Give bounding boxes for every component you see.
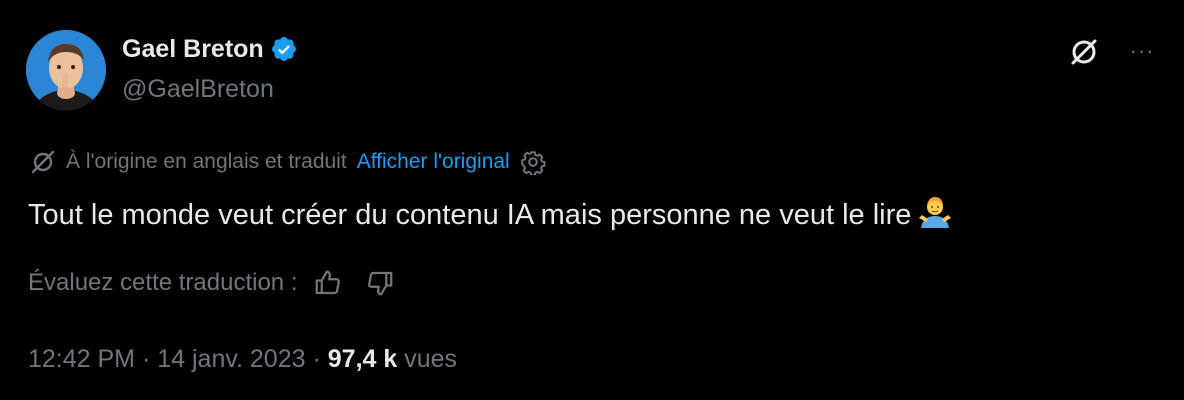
grok-icon[interactable] [1066, 34, 1102, 70]
show-original-link[interactable]: Afficher l'original [357, 150, 510, 174]
author-name-row[interactable]: Gael Breton [122, 34, 298, 64]
tweet-text-content: Tout le monde veut créer du contenu IA m… [28, 199, 912, 231]
thumbs-up-icon[interactable] [313, 268, 343, 298]
views-label: vues [404, 345, 458, 373]
tweet-time[interactable]: 12:42 PM [28, 345, 135, 373]
meta-separator: · [312, 345, 321, 373]
translation-notice-text: À l'origine en anglais et traduit [66, 150, 347, 173]
translation-rating: Évaluez cette traduction : [28, 266, 417, 300]
more-options-icon[interactable]: ··· [1124, 36, 1160, 66]
avatar-image [26, 30, 106, 110]
translation-notice: À l'origine en anglais et traduit Affich… [30, 147, 546, 177]
author-handle[interactable]: @GaelBreton [122, 74, 274, 104]
tweet-meta: 12:42 PM · 14 janv. 2023 · 97,4 k vues [28, 342, 457, 376]
views-count[interactable]: 97,4 k [328, 345, 398, 373]
verified-badge-icon[interactable] [270, 35, 298, 63]
translate-icon [30, 149, 56, 175]
author-display-name[interactable]: Gael Breton [122, 34, 264, 64]
gear-icon[interactable] [520, 149, 546, 177]
tweet-text: Tout le monde veut créer du contenu IA m… [28, 194, 953, 235]
tweet-date[interactable]: 14 janv. 2023 [157, 345, 305, 373]
tweet-card: Gael Breton @GaelBreton ··· À l'origine … [0, 0, 1184, 400]
avatar[interactable] [26, 30, 106, 110]
thumbs-down-icon[interactable] [365, 268, 395, 298]
person-shrugging-emoji [917, 194, 953, 230]
meta-separator: · [141, 345, 151, 373]
rating-label: Évaluez cette traduction : [28, 269, 298, 296]
